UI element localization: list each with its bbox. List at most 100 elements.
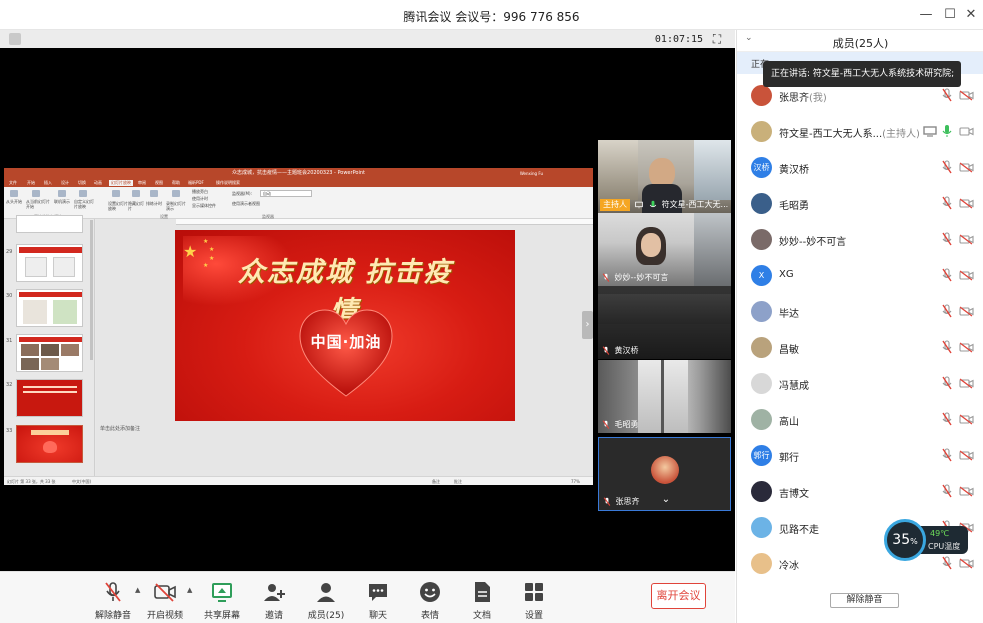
invite-label: 邀请 — [264, 611, 283, 621]
mic-muted-icon[interactable] — [942, 196, 952, 210]
members-button[interactable]: 成员(25) — [298, 580, 354, 621]
video-top-strip — [0, 30, 735, 48]
mic-muted-icon[interactable] — [942, 160, 952, 174]
share-screen-button[interactable]: 共享屏幕 — [194, 580, 250, 621]
ppt-tab: 动画 — [94, 180, 102, 185]
member-row[interactable]: X XG — [737, 258, 983, 294]
ribbon-monitor-value: 自动 — [260, 190, 312, 197]
member-role-suffix: (主持人) — [882, 129, 920, 140]
minimize-icon[interactable]: — — [917, 6, 935, 24]
video-tile-label: 黄汉桥 — [600, 345, 639, 357]
docs-label: 文档 — [472, 611, 491, 621]
avatar — [751, 301, 772, 322]
member-row[interactable]: 吉博文 — [737, 474, 983, 510]
ribbon-from-current: 从当前幻灯片开始 — [26, 199, 50, 209]
member-row[interactable]: 符文星-西工大无人系...(主持人) — [737, 114, 983, 150]
video-tile[interactable]: 主持人 符文星-西工大无... — [598, 140, 731, 213]
mic-muted-icon[interactable] — [942, 376, 952, 390]
video-tile[interactable]: 黄汉桥 — [598, 286, 731, 359]
mic-muted-icon[interactable] — [942, 448, 952, 462]
settings-label: 设置 — [524, 611, 543, 621]
record-icon — [172, 190, 180, 197]
ppt-tab-active: 幻灯片放映 — [109, 180, 133, 186]
video-tile[interactable]: 毛昭勇 — [598, 360, 731, 433]
chat-button[interactable]: 聊天 — [350, 580, 406, 621]
mic-muted-icon — [603, 496, 611, 506]
emoji-icon — [420, 582, 440, 602]
member-row[interactable]: 毛昭勇 — [737, 186, 983, 222]
camera-off-icon[interactable] — [959, 414, 974, 425]
leave-meeting-button[interactable]: 离开会议 — [651, 583, 706, 609]
member-row[interactable]: 汉桥 黄汉桥 — [737, 150, 983, 186]
mic-muted-icon[interactable] — [942, 88, 952, 102]
language-status: 中文(中国) — [72, 479, 92, 484]
security-shield-icon[interactable] — [9, 33, 21, 45]
video-tile-self[interactable]: ⌄ 张思齐 — [598, 437, 731, 511]
ppt-tab: 开始 — [27, 180, 35, 185]
meeting-toolbar: 解除静音 ▲ 开启视频 ▲ 共享屏幕 邀请 成员(25) 聊天 表情 文档 设置 — [0, 571, 735, 623]
camera-off-icon[interactable] — [959, 234, 974, 245]
speaking-tooltip: 正在讲话: 符文星-西工大无人系统技术研究院; — [763, 61, 961, 87]
camera-off-icon[interactable] — [959, 486, 974, 497]
member-name-text: 妙妙--妙不可言 — [779, 237, 847, 248]
ribbon-presenter-view: 使用演示者视图 — [232, 201, 260, 206]
close-icon[interactable]: ✕ — [962, 6, 980, 24]
cpu-monitor-widget[interactable]: 49℃ CPU温度 35% — [884, 519, 968, 561]
ribbon-monitor-label: 监视器(M): — [232, 191, 252, 196]
video-tile-label: 毛昭勇 — [600, 419, 639, 431]
maximize-icon[interactable]: ☐ — [941, 6, 959, 24]
chevron-down-icon[interactable]: ⌄ — [655, 494, 677, 506]
member-row[interactable]: 毕达 — [737, 294, 983, 330]
cpu-temperature: 49℃ — [930, 529, 950, 538]
ribbon-from-start: 从头开始 — [6, 199, 22, 204]
ppt-tab: 福昕PDF — [188, 180, 204, 185]
settings-button[interactable]: 设置 — [506, 580, 562, 621]
mic-muted-icon[interactable] — [942, 412, 952, 426]
camera-off-icon[interactable] — [959, 90, 974, 101]
ppt-account: Wenxing Fu — [519, 171, 543, 176]
camera-off-icon — [154, 583, 176, 602]
camera-off-icon[interactable] — [959, 270, 974, 281]
mic-muted-icon — [105, 582, 121, 602]
video-tile-label: 主持人 符文星-西工大无... — [600, 199, 728, 211]
camera-off-icon[interactable] — [959, 342, 974, 353]
flag-star-icon: ★ — [183, 242, 198, 261]
member-row[interactable]: 昌敏 — [737, 330, 983, 366]
avatar — [751, 517, 772, 538]
invite-button[interactable]: 邀请 — [246, 580, 302, 621]
member-name: 黄汉桥 — [779, 161, 809, 176]
mic-muted-icon[interactable] — [942, 232, 952, 246]
camera-off-icon[interactable] — [959, 198, 974, 209]
unmute-label: 解除静音 — [94, 611, 131, 621]
video-options-caret-icon[interactable]: ▲ — [187, 586, 192, 594]
member-row[interactable]: 冯慧成 — [737, 366, 983, 402]
mic-muted-icon[interactable] — [942, 484, 952, 498]
member-row[interactable]: 高山 — [737, 402, 983, 438]
reaction-button[interactable]: 表情 — [402, 580, 458, 621]
thumbnail-scrollbar[interactable] — [90, 220, 93, 360]
mic-muted-icon[interactable] — [942, 268, 952, 282]
camera-off-icon[interactable] — [959, 306, 974, 317]
mic-muted-icon[interactable] — [942, 340, 952, 354]
screen-share-icon — [923, 126, 937, 137]
unmute-button[interactable]: 解除静音 — [85, 580, 141, 621]
ribbon-rehearse: 排练计时 — [146, 201, 162, 206]
notes-pane[interactable]: 单击此处添加备注 — [96, 424, 593, 476]
thumb-number: 31 — [6, 338, 13, 344]
unmute-all-button[interactable]: 解除静音 — [830, 593, 899, 608]
mic-on-icon[interactable] — [942, 124, 952, 138]
members-panel-header: ⌄ 成员(25人) — [737, 30, 983, 52]
fullscreen-icon[interactable]: ⛶ — [709, 31, 725, 47]
camera-off-icon[interactable] — [959, 162, 974, 173]
camera-off-icon[interactable] — [959, 450, 974, 461]
video-tile[interactable]: 妙妙--妙不可言 — [598, 213, 731, 286]
docs-button[interactable]: 文档 — [454, 580, 510, 621]
member-name: 冷冰 — [779, 557, 799, 572]
collapse-video-strip-button[interactable]: › — [582, 311, 593, 339]
camera-off-icon[interactable] — [959, 126, 974, 137]
member-row[interactable]: 妙妙--妙不可言 — [737, 222, 983, 258]
start-video-button[interactable]: 开启视频 — [137, 580, 193, 621]
member-row[interactable]: 郭行 郭行 — [737, 438, 983, 474]
mic-muted-icon[interactable] — [942, 304, 952, 318]
camera-off-icon[interactable] — [959, 378, 974, 389]
